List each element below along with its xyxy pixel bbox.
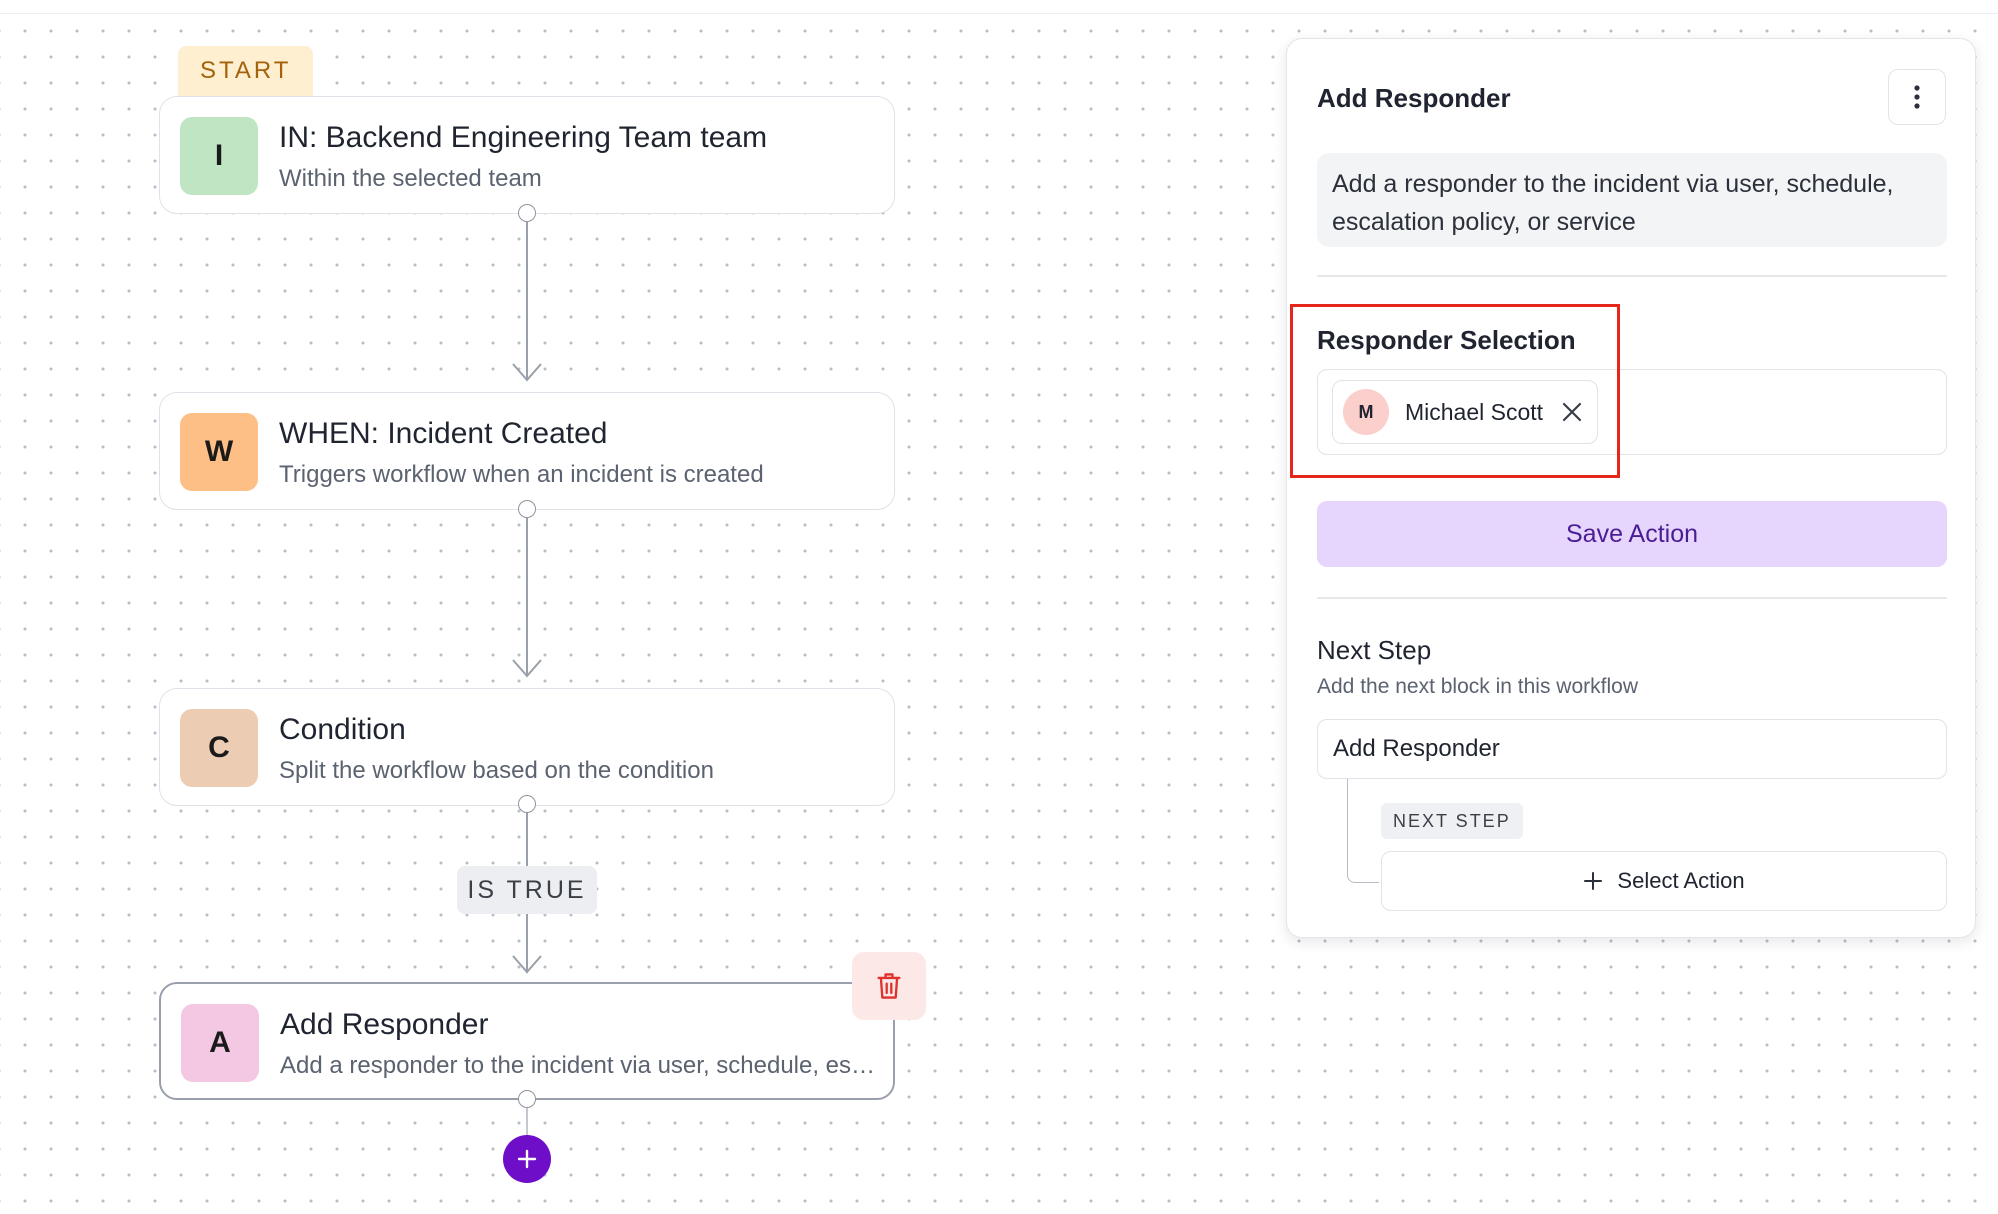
plus-icon	[1584, 872, 1603, 890]
edge-line	[526, 518, 528, 676]
edge-line	[526, 1108, 528, 1136]
node-title: Condition	[279, 713, 406, 746]
output-port[interactable]	[518, 500, 536, 518]
node-title: Add Responder	[280, 1008, 489, 1041]
save-action-button[interactable]: Save Action	[1317, 501, 1947, 567]
delete-node-button[interactable]	[852, 952, 926, 1020]
divider	[1317, 597, 1947, 599]
plus-icon	[517, 1149, 537, 1169]
action-description: Add a responder to the incident via user…	[1317, 153, 1947, 247]
workflow-node-trigger[interactable]: W WHEN: Incident Created Triggers workfl…	[159, 392, 895, 510]
select-action-button[interactable]: Select Action	[1381, 851, 1947, 911]
arrow-down-icon	[512, 659, 542, 678]
avatar: M	[1343, 389, 1389, 435]
output-port[interactable]	[518, 1090, 536, 1108]
node-avatar: I	[180, 117, 258, 195]
action-config-panel: Add Responder Add a responder to the inc…	[1286, 38, 1976, 938]
add-block-button[interactable]	[503, 1135, 551, 1183]
responder-chip: M Michael Scott	[1332, 380, 1598, 444]
next-block-current[interactable]: Add Responder	[1317, 719, 1947, 779]
tree-connector	[1347, 779, 1379, 883]
workflow-node-add-responder[interactable]: A Add Responder Add a responder to the i…	[159, 982, 895, 1100]
kebab-menu-icon	[1914, 85, 1920, 109]
node-avatar: A	[181, 1004, 259, 1082]
workflow-node-condition[interactable]: C Condition Split the workflow based on …	[159, 688, 895, 806]
panel-title: Add Responder	[1317, 83, 1511, 113]
responder-selection-label: Responder Selection	[1317, 325, 1576, 355]
condition-label: IS TRUE	[457, 866, 597, 914]
output-port[interactable]	[518, 204, 536, 222]
next-step-subtitle: Add the next block in this workflow	[1317, 675, 1638, 698]
arrow-down-icon	[512, 955, 542, 974]
next-step-badge: NEXT STEP	[1381, 803, 1523, 839]
close-icon[interactable]	[1559, 399, 1585, 425]
start-badge: START	[178, 46, 314, 96]
select-action-label: Select Action	[1617, 868, 1745, 893]
node-subtitle: Triggers workflow when an incident is cr…	[279, 461, 764, 488]
node-avatar: W	[180, 413, 258, 491]
next-step-title: Next Step	[1317, 635, 1432, 665]
arrow-down-icon	[512, 363, 542, 382]
trash-icon	[877, 973, 901, 999]
divider	[1317, 275, 1947, 277]
node-subtitle: Within the selected team	[279, 165, 542, 192]
node-avatar: C	[180, 709, 258, 787]
node-subtitle: Add a responder to the incident via user…	[280, 1052, 880, 1079]
node-subtitle: Split the workflow based on the conditio…	[279, 757, 714, 784]
responder-name: Michael Scott	[1405, 399, 1544, 425]
output-port[interactable]	[518, 795, 536, 813]
workflow-node-team[interactable]: I IN: Backend Engineering Team team With…	[159, 96, 895, 214]
edge-line	[526, 222, 528, 380]
node-title: IN: Backend Engineering Team team	[279, 121, 768, 154]
more-options-button[interactable]	[1888, 69, 1946, 125]
node-title: WHEN: Incident Created	[279, 417, 608, 450]
responder-select[interactable]: M Michael Scott	[1317, 369, 1947, 455]
